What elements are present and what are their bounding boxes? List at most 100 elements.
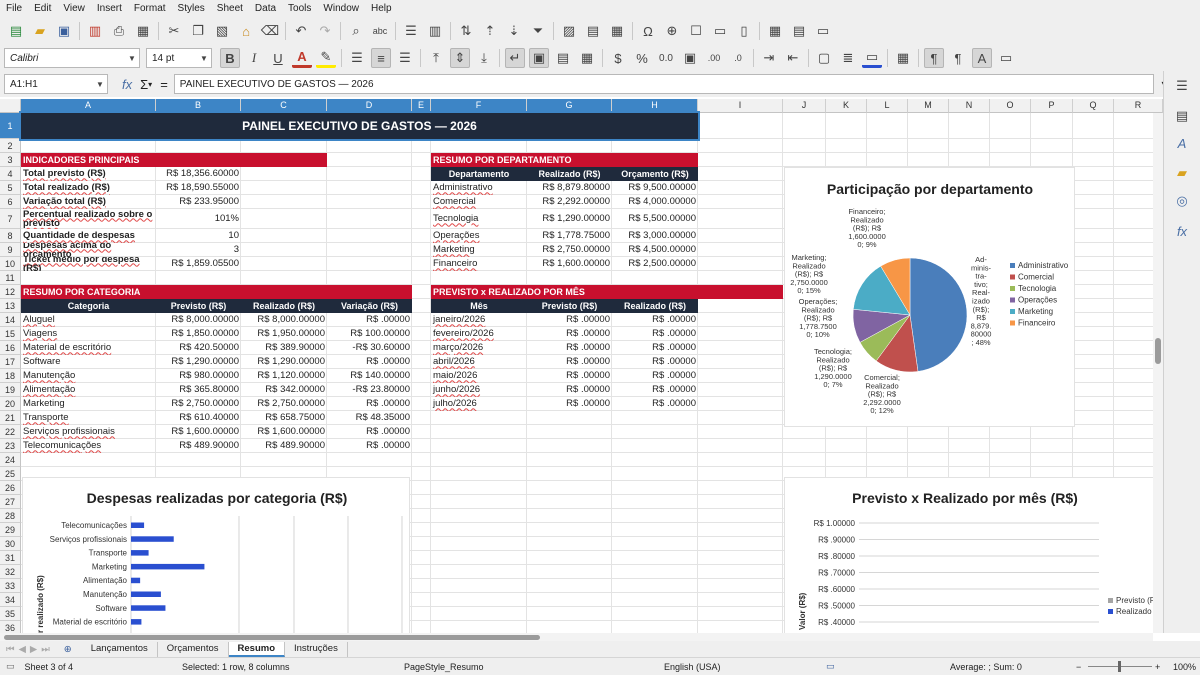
menu-item-10[interactable]: Help: [365, 3, 398, 14]
first-sheet-icon[interactable]: ⏮: [6, 644, 15, 655]
column-header[interactable]: I: [698, 99, 783, 113]
row-header[interactable]: 28: [0, 509, 21, 523]
select-all-corner[interactable]: [0, 99, 21, 113]
row-header[interactable]: 9: [0, 243, 21, 257]
save-icon[interactable]: ▣: [54, 21, 74, 41]
new-document-icon[interactable]: ▤: [6, 21, 26, 41]
category-value-cell[interactable]: -R$ 23.80000: [327, 383, 412, 397]
category-name-cell[interactable]: Viagens: [21, 327, 156, 341]
comment-icon[interactable]: ☐: [686, 21, 706, 41]
category-value-cell[interactable]: R$ 8,000.00000: [156, 313, 241, 327]
prev-sheet-icon[interactable]: ◀: [19, 644, 26, 655]
category-value-cell[interactable]: R$ 2,750.00000: [241, 397, 327, 411]
sheet-tab[interactable]: Resumo: [228, 641, 285, 657]
row-header[interactable]: 10: [0, 257, 21, 271]
month-value-cell[interactable]: R$ .00000: [612, 313, 698, 327]
row-header[interactable]: 6: [0, 195, 21, 209]
name-box[interactable]: A1:H1 ▼: [4, 74, 108, 94]
category-value-cell[interactable]: R$ 658.75000: [241, 411, 327, 425]
merge-center-icon[interactable]: ▣: [529, 48, 549, 68]
row-header[interactable]: 31: [0, 551, 21, 565]
menu-item-4[interactable]: Format: [128, 3, 172, 14]
column-header[interactable]: D: [327, 99, 412, 113]
row-header[interactable]: 32: [0, 565, 21, 579]
row-header[interactable]: 7: [0, 209, 21, 229]
dept-name-cell[interactable]: Comercial: [431, 195, 527, 209]
paste-icon[interactable]: ▧: [212, 21, 232, 41]
column-header[interactable]: B: [156, 99, 241, 113]
sidebar-menu-icon[interactable]: ☰: [1172, 76, 1192, 96]
sum-dropdown-icon[interactable]: ▾: [148, 80, 152, 89]
navigator-icon[interactable]: ◎: [1172, 191, 1192, 211]
month-value-cell[interactable]: R$ .00000: [612, 397, 698, 411]
row-header[interactable]: 19: [0, 383, 21, 397]
row-header[interactable]: 14: [0, 313, 21, 327]
row-header[interactable]: 22: [0, 425, 21, 439]
italic-icon[interactable]: I: [244, 48, 264, 68]
pivot-table-icon[interactable]: ▦: [607, 21, 627, 41]
sum-icon[interactable]: Σ: [140, 77, 148, 92]
category-value-cell[interactable]: R$ 389.90000: [241, 341, 327, 355]
menu-item-5[interactable]: Styles: [172, 3, 211, 14]
add-decimal-icon[interactable]: .00: [704, 48, 724, 68]
horizontal-scrollbar[interactable]: [0, 633, 1153, 641]
highlight-color-icon[interactable]: ✎: [316, 48, 336, 68]
insert-image-icon[interactable]: ▨: [559, 21, 579, 41]
column-header[interactable]: M: [908, 99, 949, 113]
increase-indent-icon[interactable]: ⇥: [759, 48, 779, 68]
category-value-cell[interactable]: R$ 610.40000: [156, 411, 241, 425]
clone-format-icon[interactable]: ⌂: [236, 21, 256, 41]
menu-item-0[interactable]: File: [0, 3, 28, 14]
align-left-icon[interactable]: ☰: [347, 48, 367, 68]
cut-icon[interactable]: ✂: [164, 21, 184, 41]
category-value-cell[interactable]: R$ .00000: [327, 313, 412, 327]
month-name-cell[interactable]: junho/2026: [431, 383, 527, 397]
split-window-icon[interactable]: ▤: [789, 21, 809, 41]
month-value-cell[interactable]: R$ .00000: [612, 327, 698, 341]
open-folder-icon[interactable]: ▰: [30, 21, 50, 41]
dept-name-cell[interactable]: Operações: [431, 229, 527, 243]
row-header[interactable]: 11: [0, 271, 21, 285]
sheet-tab[interactable]: Lançamentos: [82, 641, 158, 657]
category-value-cell[interactable]: R$ 1,120.00000: [241, 369, 327, 383]
row-header[interactable]: 4: [0, 167, 21, 181]
row-header[interactable]: 2: [0, 139, 21, 153]
menu-item-3[interactable]: Insert: [91, 3, 128, 14]
column-header[interactable]: N: [949, 99, 990, 113]
row-header[interactable]: 5: [0, 181, 21, 195]
category-name-cell[interactable]: Telecomunicações: [21, 439, 156, 453]
category-bar-chart[interactable]: Despesas realizadas por categoria (R$) Te…: [22, 477, 410, 633]
vertical-scrollbar[interactable]: [1153, 113, 1163, 633]
category-name-cell[interactable]: Transporte: [21, 411, 156, 425]
export-pdf-icon[interactable]: ▥: [85, 21, 105, 41]
column-header[interactable]: A: [21, 99, 156, 113]
month-value-cell[interactable]: R$ .00000: [612, 341, 698, 355]
row-header[interactable]: 17: [0, 355, 21, 369]
month-name-cell[interactable]: abril/2026: [431, 355, 527, 369]
column-header[interactable]: O: [990, 99, 1031, 113]
category-value-cell[interactable]: R$ .00000: [327, 355, 412, 369]
month-value-cell[interactable]: R$ .00000: [527, 383, 612, 397]
column-header[interactable]: R: [1114, 99, 1163, 113]
header-footer-icon[interactable]: ▭: [710, 21, 730, 41]
next-sheet-icon[interactable]: ▶: [30, 644, 37, 655]
month-name-cell[interactable]: janeiro/2026: [431, 313, 527, 327]
page-style[interactable]: PageStyle_Resumo: [404, 662, 484, 672]
dept-value-cell[interactable]: R$ 2,750.00000: [527, 243, 612, 257]
date-format-icon[interactable]: ▣: [680, 48, 700, 68]
dept-name-cell[interactable]: Financeiro: [431, 257, 527, 271]
category-value-cell[interactable]: R$ .00000: [327, 439, 412, 453]
currency-format-icon[interactable]: $: [608, 48, 628, 68]
category-value-cell[interactable]: R$ 48.35000: [327, 411, 412, 425]
category-name-cell[interactable]: Alimentação: [21, 383, 156, 397]
row-icon[interactable]: ☰: [401, 21, 421, 41]
underline-icon[interactable]: U: [268, 48, 288, 68]
menu-item-1[interactable]: Edit: [28, 3, 57, 14]
category-value-cell[interactable]: -R$ 30.60000: [327, 341, 412, 355]
font-size-box[interactable]: 14 pt ▼: [146, 48, 212, 68]
category-value-cell[interactable]: R$ .00000: [327, 397, 412, 411]
category-value-cell[interactable]: R$ 1,290.00000: [156, 355, 241, 369]
row-header[interactable]: 36: [0, 621, 21, 633]
category-value-cell[interactable]: R$ 140.00000: [327, 369, 412, 383]
category-value-cell[interactable]: R$ 1,290.00000: [241, 355, 327, 369]
